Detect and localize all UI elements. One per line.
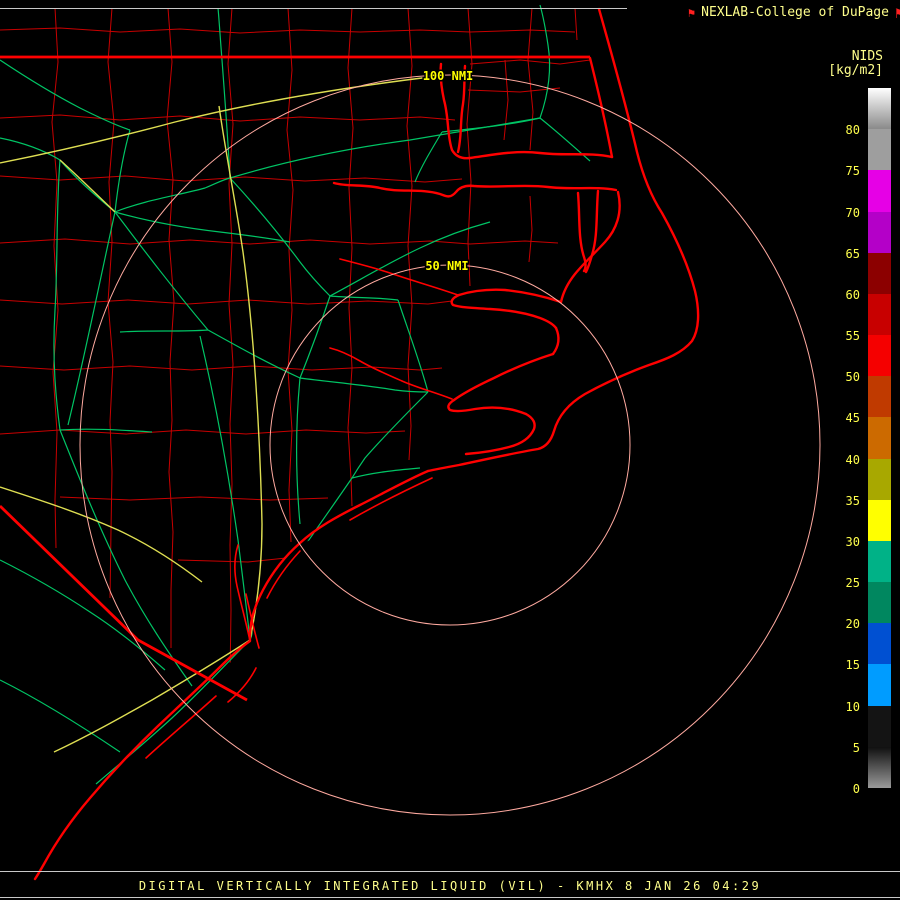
colorbar-segment	[868, 582, 891, 624]
scale-units: [kg/m2]	[828, 63, 883, 78]
header-attribution: ⚑ NEXLAB-College of DuPage ⚑	[687, 3, 900, 22]
colorbar-segment	[868, 705, 891, 747]
colorbar-tick-label: 25	[845, 576, 860, 591]
frame-line-footer-top	[0, 871, 900, 872]
colorbar-tick-label: 35	[845, 493, 860, 508]
scale-heading: NIDS [kg/m2]	[828, 50, 883, 78]
colorbar-segment	[868, 335, 891, 377]
colorbar-tick-label: 75	[845, 164, 860, 179]
colorbar-segment	[868, 458, 891, 500]
colorbar-tick-label: 15	[845, 658, 860, 673]
range-rings	[79, 74, 821, 816]
colorbar-tick-label: 70	[845, 205, 860, 220]
colorbar-tick-label: 30	[845, 534, 860, 549]
colorbar-segment	[868, 293, 891, 336]
colorbar-segment	[868, 499, 891, 541]
coastline	[33, 7, 700, 881]
colorbar-tick-label: 60	[845, 287, 860, 302]
colorbar-segment	[868, 252, 891, 294]
road-network-green	[0, 4, 591, 785]
colorbar-tick-label: 5	[852, 740, 860, 755]
attribution-text: NEXLAB-College of DuPage	[701, 5, 889, 20]
colorbar-segment	[868, 746, 891, 788]
cod-logo-icon: ⚑	[894, 3, 900, 22]
colorbar-tick-label: 0	[852, 781, 860, 796]
colorbar-tick-label: 50	[845, 370, 860, 385]
colorbar-segment	[868, 88, 891, 130]
colorbar-segment	[868, 211, 891, 253]
range-ring-label-50nmi: 50 NMI	[425, 259, 468, 273]
scale-title: NIDS	[851, 49, 883, 64]
colorbar-tick-label: 45	[845, 411, 860, 426]
radar-map: 100 NMI 50 NMI	[0, 4, 821, 881]
product-title: DIGITAL VERTICALLY INTEGRATED LIQUID (VI…	[138, 879, 762, 893]
cod-logo-icon: ⚑	[687, 5, 696, 20]
colorbar-tick-label: 55	[845, 329, 860, 344]
colorbar-segment	[868, 417, 891, 459]
colorbar-labels: 80 75 70 65 60 55 50 45 40 35 30 25 20 15 10 5 0	[826, 88, 860, 795]
colorbar-tick-label: 40	[845, 452, 860, 467]
range-ring-100nmi	[79, 74, 821, 816]
range-ring-label-100nmi: 100 NMI	[423, 69, 474, 83]
colorbar-segment	[868, 623, 891, 665]
colorbar-tick-label: 65	[845, 246, 860, 261]
colorbar-tick-label: 10	[845, 699, 860, 714]
colorbar-tick-label: 80	[845, 123, 860, 138]
radar-display: 100 NMI 50 NMI ⚑ NEXLAB-College of DuPag…	[0, 0, 900, 900]
colorbar-segment	[868, 376, 891, 418]
colorbar-segment	[868, 170, 891, 212]
colorbar-tick-label: 20	[845, 617, 860, 632]
colorbar-segment	[868, 664, 891, 706]
colorbar-segment	[868, 129, 891, 171]
range-ring-50nmi	[269, 264, 631, 626]
frame-line-top	[0, 8, 627, 9]
colorbar	[868, 88, 891, 788]
frame-line-footer-bottom	[0, 897, 900, 898]
colorbar-segment	[868, 540, 891, 583]
